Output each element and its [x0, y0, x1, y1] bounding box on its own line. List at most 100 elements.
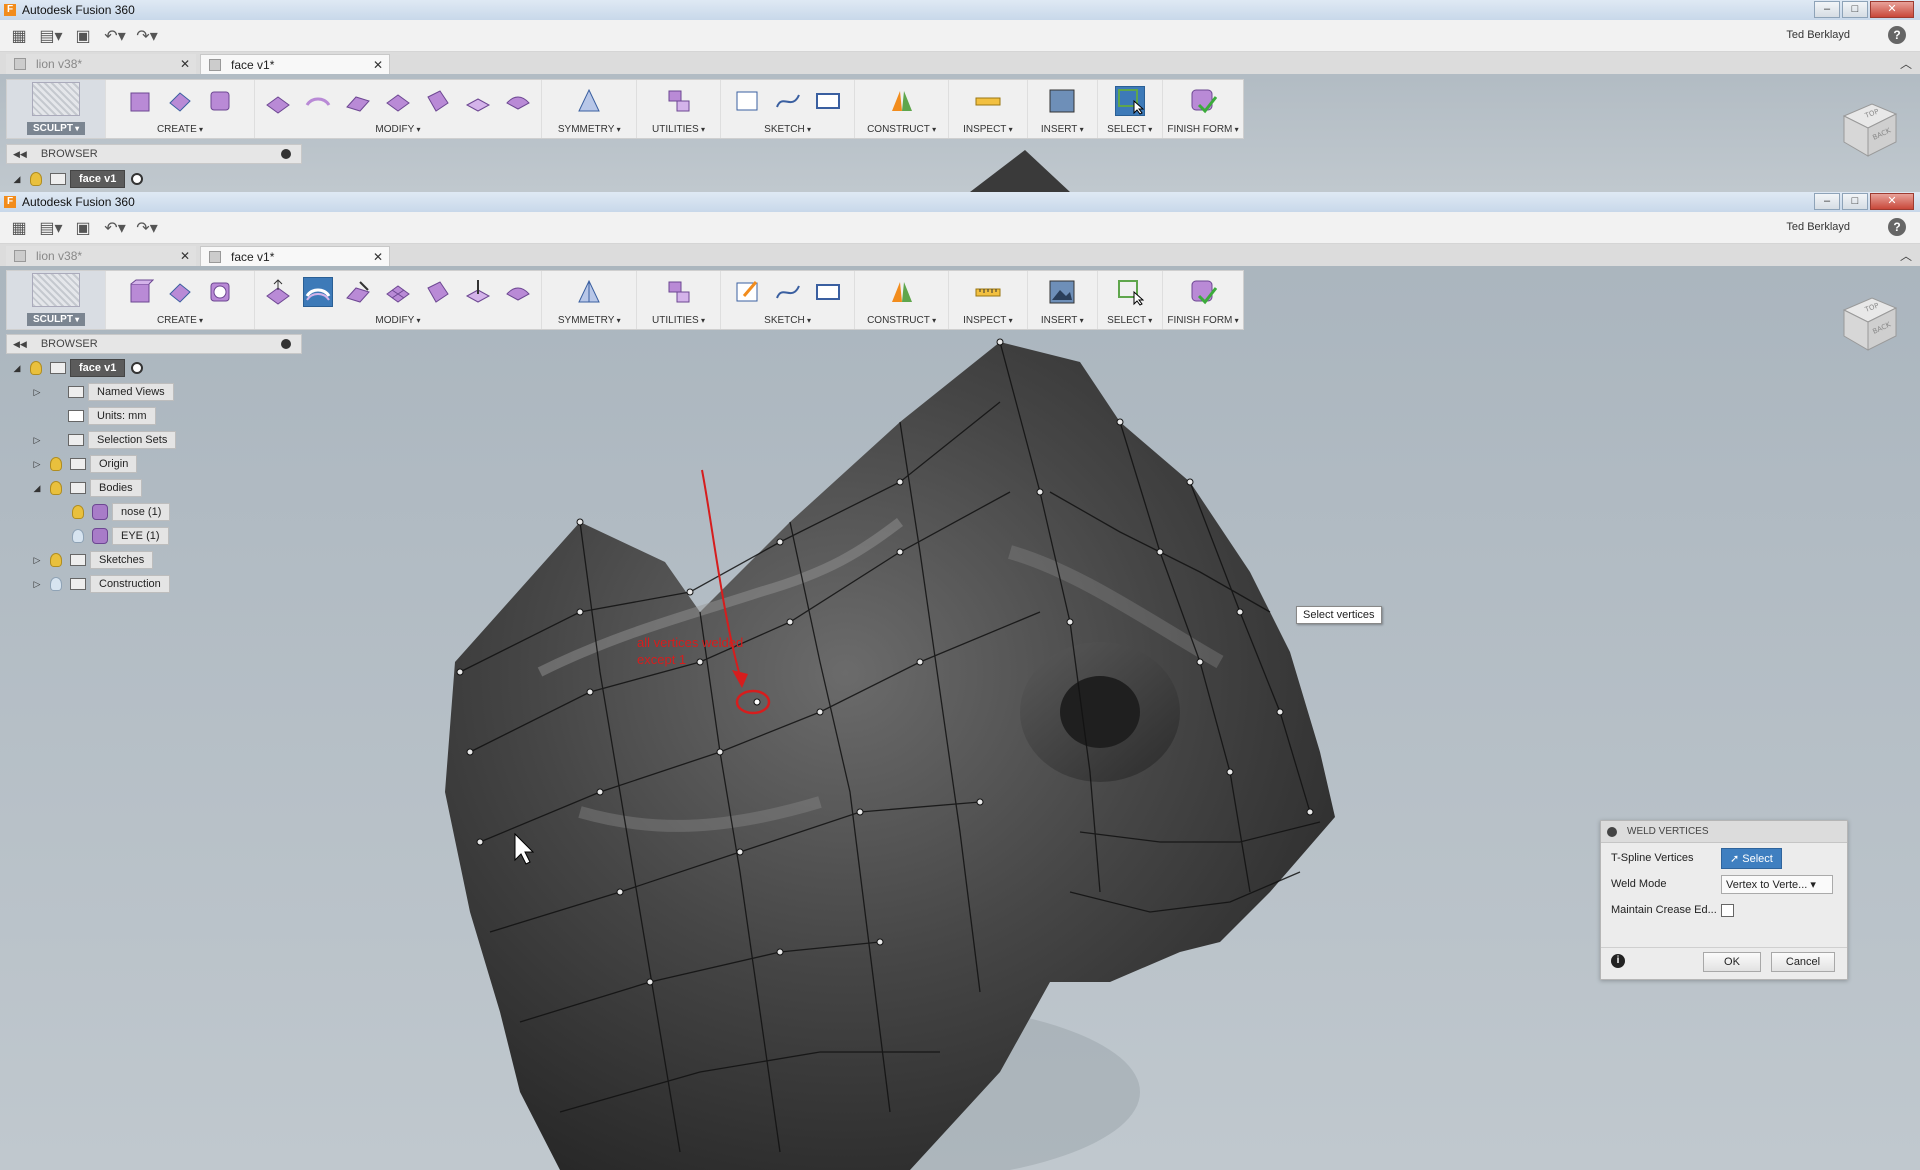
crease-icon[interactable] — [423, 86, 453, 116]
collapse-icon[interactable]: ︿ — [1900, 247, 1912, 264]
flatten-icon[interactable] — [503, 277, 533, 307]
weld-vertices-icon[interactable] — [303, 86, 333, 116]
pull-icon[interactable] — [463, 277, 493, 307]
minimize-browser-icon[interactable] — [281, 339, 291, 349]
create-group[interactable]: CREATE — [106, 80, 255, 138]
expanded-icon[interactable]: ◢ — [10, 174, 24, 185]
file-menu-icon[interactable]: ▤▾ — [38, 23, 64, 49]
user-menu[interactable]: Ted Berklayd — [1786, 29, 1850, 41]
collapse-icon[interactable]: ︿ — [1900, 55, 1912, 72]
edit-form-icon[interactable] — [263, 277, 293, 307]
insert-image-icon[interactable] — [1047, 277, 1077, 307]
modify-group[interactable]: MODIFY — [255, 271, 543, 329]
plane-icon[interactable] — [165, 86, 195, 116]
tree-item-origin[interactable]: ▷ Origin — [10, 452, 176, 476]
utilities-group[interactable]: UTILITIES — [637, 80, 721, 138]
workspace-switcher[interactable]: SCULPT — [7, 271, 107, 329]
minimize-button[interactable]: – — [1814, 1, 1840, 18]
tab-lion[interactable]: lion v38* ✕ — [6, 54, 196, 74]
expanded-icon[interactable]: ◢ — [10, 363, 24, 374]
sketch-group[interactable]: SKETCH — [721, 80, 856, 138]
create-group[interactable]: CREATE — [106, 271, 255, 329]
tab-face[interactable]: face v1* ✕ — [200, 246, 390, 266]
pull-icon[interactable] — [463, 86, 493, 116]
visibility-bulb-icon[interactable] — [30, 361, 42, 375]
collapse-browser-icon[interactable]: ◀◀ — [13, 149, 27, 160]
maximize-button[interactable]: □ — [1842, 193, 1868, 210]
redo-icon[interactable]: ↷▾ — [134, 215, 160, 241]
symmetry-group[interactable]: SYMMETRY — [542, 271, 638, 329]
close-window-button[interactable]: ✕ — [1870, 193, 1914, 210]
finish-form-group[interactable]: FINISH FORM — [1163, 271, 1243, 329]
insert-edge-icon[interactable] — [343, 277, 373, 307]
tab-face[interactable]: face v1* ✕ — [200, 54, 390, 74]
create-sketch-icon[interactable] — [733, 86, 763, 116]
flatten-icon[interactable] — [503, 86, 533, 116]
background-tree-root[interactable]: ◢ face v1 — [10, 168, 144, 190]
utilities-icon[interactable] — [664, 277, 694, 307]
expand-icon[interactable]: ▷ — [30, 459, 44, 470]
weld-vertices-icon[interactable] — [302, 277, 333, 307]
tree-item-nose[interactable]: nose (1) — [10, 500, 176, 524]
measure-icon[interactable] — [973, 86, 1003, 116]
cancel-button[interactable]: Cancel — [1771, 952, 1835, 972]
collapse-browser-icon[interactable]: ◀◀ — [13, 339, 27, 350]
expand-icon[interactable]: ▷ — [30, 387, 44, 398]
select-group[interactable]: SELECT — [1098, 80, 1163, 138]
undo-icon[interactable]: ↶▾ — [102, 215, 128, 241]
construct-group[interactable]: CONSTRUCT — [855, 80, 949, 138]
box-icon[interactable] — [125, 86, 155, 116]
symmetry-group[interactable]: SYMMETRY — [542, 80, 638, 138]
background-browser-header[interactable]: ◀◀ BROWSER — [6, 144, 302, 164]
close-tab-icon[interactable]: ✕ — [180, 249, 190, 263]
modify-group[interactable]: MODIFY — [255, 80, 543, 138]
tree-item-construction[interactable]: ▷ Construction — [10, 572, 176, 596]
measure-icon[interactable] — [973, 277, 1003, 307]
browser-header[interactable]: ◀◀ BROWSER — [6, 334, 302, 354]
redo-icon[interactable]: ↷▾ — [134, 23, 160, 49]
collapse-dialog-icon[interactable] — [1607, 826, 1617, 837]
crease-icon[interactable] — [423, 277, 453, 307]
visibility-bulb-icon[interactable] — [30, 172, 42, 186]
construct-plane-icon[interactable] — [887, 86, 917, 116]
expand-icon[interactable]: ▷ — [30, 555, 44, 566]
hidden-bulb-icon[interactable] — [72, 529, 84, 543]
expand-icon[interactable]: ▷ — [30, 579, 44, 590]
maximize-button[interactable]: □ — [1842, 1, 1868, 18]
grid-menu-icon[interactable]: ▦ — [6, 23, 32, 49]
minimize-button[interactable]: – — [1814, 193, 1840, 210]
select-group[interactable]: SELECT — [1098, 271, 1163, 329]
subdivide-icon[interactable] — [383, 86, 413, 116]
close-tab-icon[interactable]: ✕ — [180, 57, 190, 71]
select-icon[interactable] — [1115, 277, 1145, 307]
background-view-cube[interactable]: TOP BACK — [1836, 96, 1900, 160]
ok-button[interactable]: OK — [1703, 952, 1761, 972]
insert-group[interactable]: INSERT — [1028, 271, 1098, 329]
help-icon[interactable]: ? — [1888, 218, 1906, 236]
view-cube[interactable]: TOP BACK — [1836, 290, 1900, 354]
spline-icon[interactable] — [773, 277, 803, 307]
sketch-group[interactable]: SKETCH — [721, 271, 856, 329]
utilities-group[interactable]: UTILITIES — [637, 271, 721, 329]
rectangle-icon[interactable] — [813, 277, 843, 307]
activate-radio-icon[interactable] — [131, 173, 144, 185]
insert-group[interactable]: INSERT — [1028, 80, 1098, 138]
tab-lion[interactable]: lion v38* ✕ — [6, 246, 196, 266]
finish-form-group[interactable]: FINISH FORM — [1163, 80, 1243, 138]
weld-mode-dropdown[interactable]: Vertex to Verte... ▾ — [1721, 874, 1833, 894]
construct-plane-icon[interactable] — [887, 277, 917, 307]
minimize-browser-icon[interactable] — [281, 149, 291, 159]
cylinder-icon[interactable] — [205, 277, 235, 307]
construct-group[interactable]: CONSTRUCT — [855, 271, 949, 329]
visibility-bulb-icon[interactable] — [50, 553, 62, 567]
tree-item-sketches[interactable]: ▷ Sketches — [10, 548, 176, 572]
save-icon[interactable]: ▣ — [70, 23, 96, 49]
insert-edge-icon[interactable] — [343, 86, 373, 116]
insert-image-icon[interactable] — [1047, 86, 1077, 116]
workspace-switcher[interactable]: SCULPT — [7, 80, 107, 138]
select-icon[interactable] — [1114, 86, 1145, 116]
visibility-bulb-icon[interactable] — [72, 505, 84, 519]
inspect-group[interactable]: INSPECT — [949, 271, 1029, 329]
close-window-button[interactable]: ✕ — [1870, 1, 1914, 18]
finish-form-icon[interactable] — [1188, 86, 1218, 116]
